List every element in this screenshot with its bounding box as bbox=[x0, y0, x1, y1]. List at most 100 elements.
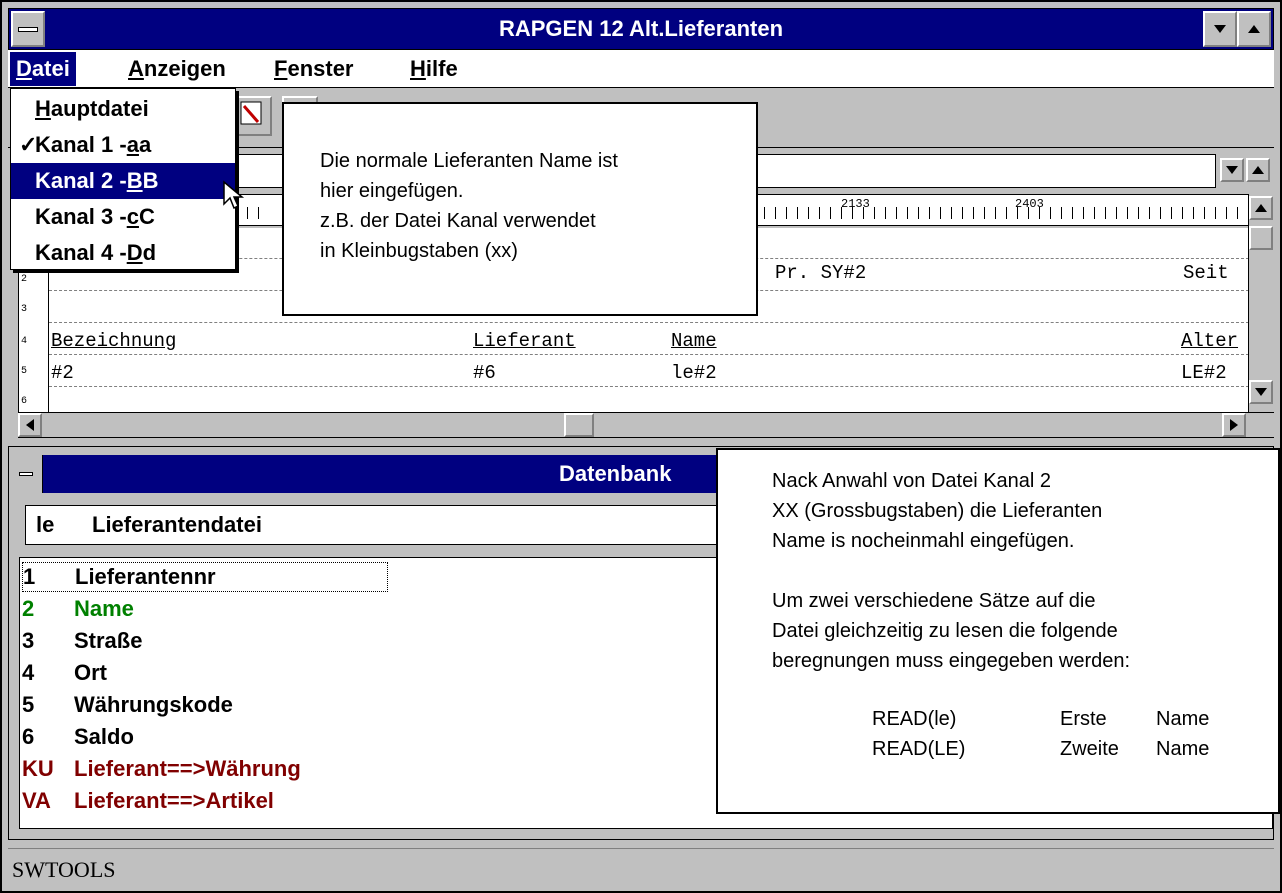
ruler-tick bbox=[885, 207, 886, 219]
database-field-label: Währungskode bbox=[74, 692, 233, 717]
database-field-row[interactable]: 5 Währungskode bbox=[22, 690, 233, 720]
maximize-button[interactable] bbox=[1237, 11, 1271, 47]
file-menu-item[interactable]: Kanal 2 - BB bbox=[11, 163, 235, 199]
file-menu-item-label: Kanal 4 - bbox=[35, 240, 127, 265]
ruler-tick bbox=[775, 207, 776, 219]
menu-datei[interactable]: Datei bbox=[10, 52, 76, 86]
file-menu-item[interactable]: Hauptdatei bbox=[11, 91, 235, 127]
database-field-row[interactable]: 2 Name bbox=[22, 594, 134, 624]
menu-fenster[interactable]: Fenster bbox=[268, 52, 360, 86]
ruler-tick bbox=[896, 207, 897, 219]
toolbar-print-button[interactable] bbox=[236, 96, 272, 136]
database-field-row[interactable]: VA Lieferant==>Artikel bbox=[22, 786, 274, 816]
report-field-c1[interactable]: #2 bbox=[51, 362, 74, 384]
database-field-number: 6 bbox=[22, 724, 35, 749]
database-field-label: Lieferantennr bbox=[75, 564, 216, 589]
report-field-c3[interactable]: le#2 bbox=[671, 362, 717, 384]
file-menu-item[interactable]: Kanal 3 - cC bbox=[11, 199, 235, 235]
scroll-left-button[interactable] bbox=[18, 413, 42, 437]
ruler-tick bbox=[1050, 207, 1051, 219]
ruler-tick bbox=[962, 207, 963, 219]
ruler-tick bbox=[907, 207, 908, 219]
scroll-right-button[interactable] bbox=[1222, 413, 1246, 437]
database-file-code: le bbox=[36, 512, 55, 537]
ruler-tick bbox=[258, 207, 259, 219]
combo-up-button[interactable] bbox=[1246, 158, 1270, 182]
scroll-thumb[interactable] bbox=[1249, 226, 1273, 250]
database-field-label: Lieferant==>Artikel bbox=[74, 788, 274, 813]
minimize-icon bbox=[1214, 25, 1226, 33]
callout-bottom: Nack Anwahl von Datei Kanal 2 XX (Grossbu… bbox=[716, 448, 1280, 814]
callout-top: Die normale Lieferanten Name ist hier ein… bbox=[282, 102, 758, 316]
callout-line: XX (Grossbugstaben) die Lieferanten bbox=[772, 500, 1103, 522]
database-field-row[interactable]: 1 Lieferantennr bbox=[22, 562, 388, 592]
line-divider bbox=[49, 386, 1248, 387]
database-field-row[interactable]: KU Lieferant==>Währung bbox=[22, 754, 301, 784]
chevron-down-icon bbox=[1226, 166, 1238, 174]
combo-dropdown-button[interactable] bbox=[1220, 158, 1244, 182]
report-field-c4[interactable]: LE#2 bbox=[1181, 362, 1227, 384]
report-field-c2[interactable]: #6 bbox=[473, 362, 496, 384]
ruler-tick bbox=[984, 207, 985, 219]
file-menu-item-label-rest: a bbox=[138, 132, 152, 157]
database-field-row[interactable]: 4 Ort bbox=[22, 658, 107, 688]
scroll-thumb[interactable] bbox=[564, 413, 594, 437]
file-menu-item-label-rest: d bbox=[142, 240, 157, 265]
database-field-number: 1 bbox=[23, 564, 36, 589]
ruler-tick bbox=[1226, 207, 1227, 219]
ruler-tick bbox=[1061, 207, 1062, 219]
editor-vertical-scrollbar[interactable] bbox=[1248, 194, 1274, 412]
ruler-tick bbox=[819, 207, 820, 219]
database-field-label: Lieferant==>Währung bbox=[74, 756, 301, 781]
file-menu-item[interactable]: Kanal 4 - Dd bbox=[11, 235, 235, 271]
report-header-name[interactable]: Name bbox=[671, 330, 717, 352]
database-field-number: VA bbox=[22, 788, 51, 813]
callout-read-what: Name bbox=[1156, 708, 1210, 730]
database-field-number: 5 bbox=[22, 692, 35, 717]
callout-line: Name is nocheinmahl eingefügen. bbox=[772, 530, 1075, 552]
callout-line bbox=[772, 556, 1278, 586]
file-menu-item-label-rest: B bbox=[142, 168, 159, 193]
report-field-pr[interactable]: Pr. SY#2 bbox=[775, 262, 866, 284]
ruler-tick bbox=[1215, 207, 1216, 219]
report-field-seite[interactable]: Seit bbox=[1183, 262, 1229, 284]
ruler-tick bbox=[1182, 207, 1183, 219]
ruler-tick bbox=[1116, 207, 1117, 219]
ruler-tick bbox=[1171, 207, 1172, 219]
database-field-label: Name bbox=[74, 596, 134, 621]
callout-line: z.B. der Datei Kanal verwendet bbox=[320, 210, 596, 232]
chevron-up-icon bbox=[1252, 166, 1264, 174]
line-number: 4 bbox=[21, 336, 28, 347]
database-field-row[interactable]: 3 Straße bbox=[22, 626, 142, 656]
report-header-alter[interactable]: Alter bbox=[1181, 330, 1238, 352]
database-field-row[interactable]: 6 Saldo bbox=[22, 722, 134, 752]
file-menu-item-label-rest: C bbox=[138, 204, 155, 229]
status-text: SWTOOLS bbox=[12, 857, 116, 882]
scroll-down-button[interactable] bbox=[1249, 380, 1273, 404]
menu-anzeigen[interactable]: Anzeigen bbox=[122, 52, 232, 86]
ruler-tick bbox=[874, 207, 875, 219]
file-menu-item[interactable]: ✓ Kanal 1 - aa bbox=[11, 127, 235, 163]
system-menu-button[interactable] bbox=[11, 11, 45, 47]
database-field-number: 4 bbox=[22, 660, 35, 685]
editor-horizontal-scrollbar[interactable] bbox=[18, 412, 1274, 438]
window-title: RAPGEN 12 Alt.Lieferanten bbox=[498, 16, 784, 41]
scroll-up-button[interactable] bbox=[1249, 196, 1273, 220]
report-header-lieferant[interactable]: Lieferant bbox=[473, 330, 576, 352]
callout-line: hier eingefügen. bbox=[320, 180, 464, 202]
callout-read-row: READ(le) Erste Name bbox=[872, 704, 1278, 734]
callout-read-fn: READ(LE) bbox=[872, 738, 966, 760]
database-field-number: 3 bbox=[22, 628, 35, 653]
checkmark-icon: ✓ bbox=[19, 132, 38, 157]
line-number: 6 bbox=[21, 396, 28, 407]
file-menu-item-label: Kanal 3 - bbox=[35, 204, 127, 229]
ruler-tick bbox=[1094, 207, 1095, 219]
minimize-button[interactable] bbox=[1203, 11, 1237, 47]
menu-hilfe[interactable]: Hilfe bbox=[404, 52, 464, 86]
ruler-tick bbox=[1160, 207, 1161, 219]
database-file-combo[interactable]: le Lieferantendatei bbox=[25, 505, 725, 545]
line-number: 5 bbox=[21, 366, 28, 377]
ruler-tick bbox=[808, 207, 809, 219]
database-system-menu-button[interactable] bbox=[9, 455, 43, 493]
report-header-bezeichnung[interactable]: Bezeichnung bbox=[51, 330, 176, 352]
